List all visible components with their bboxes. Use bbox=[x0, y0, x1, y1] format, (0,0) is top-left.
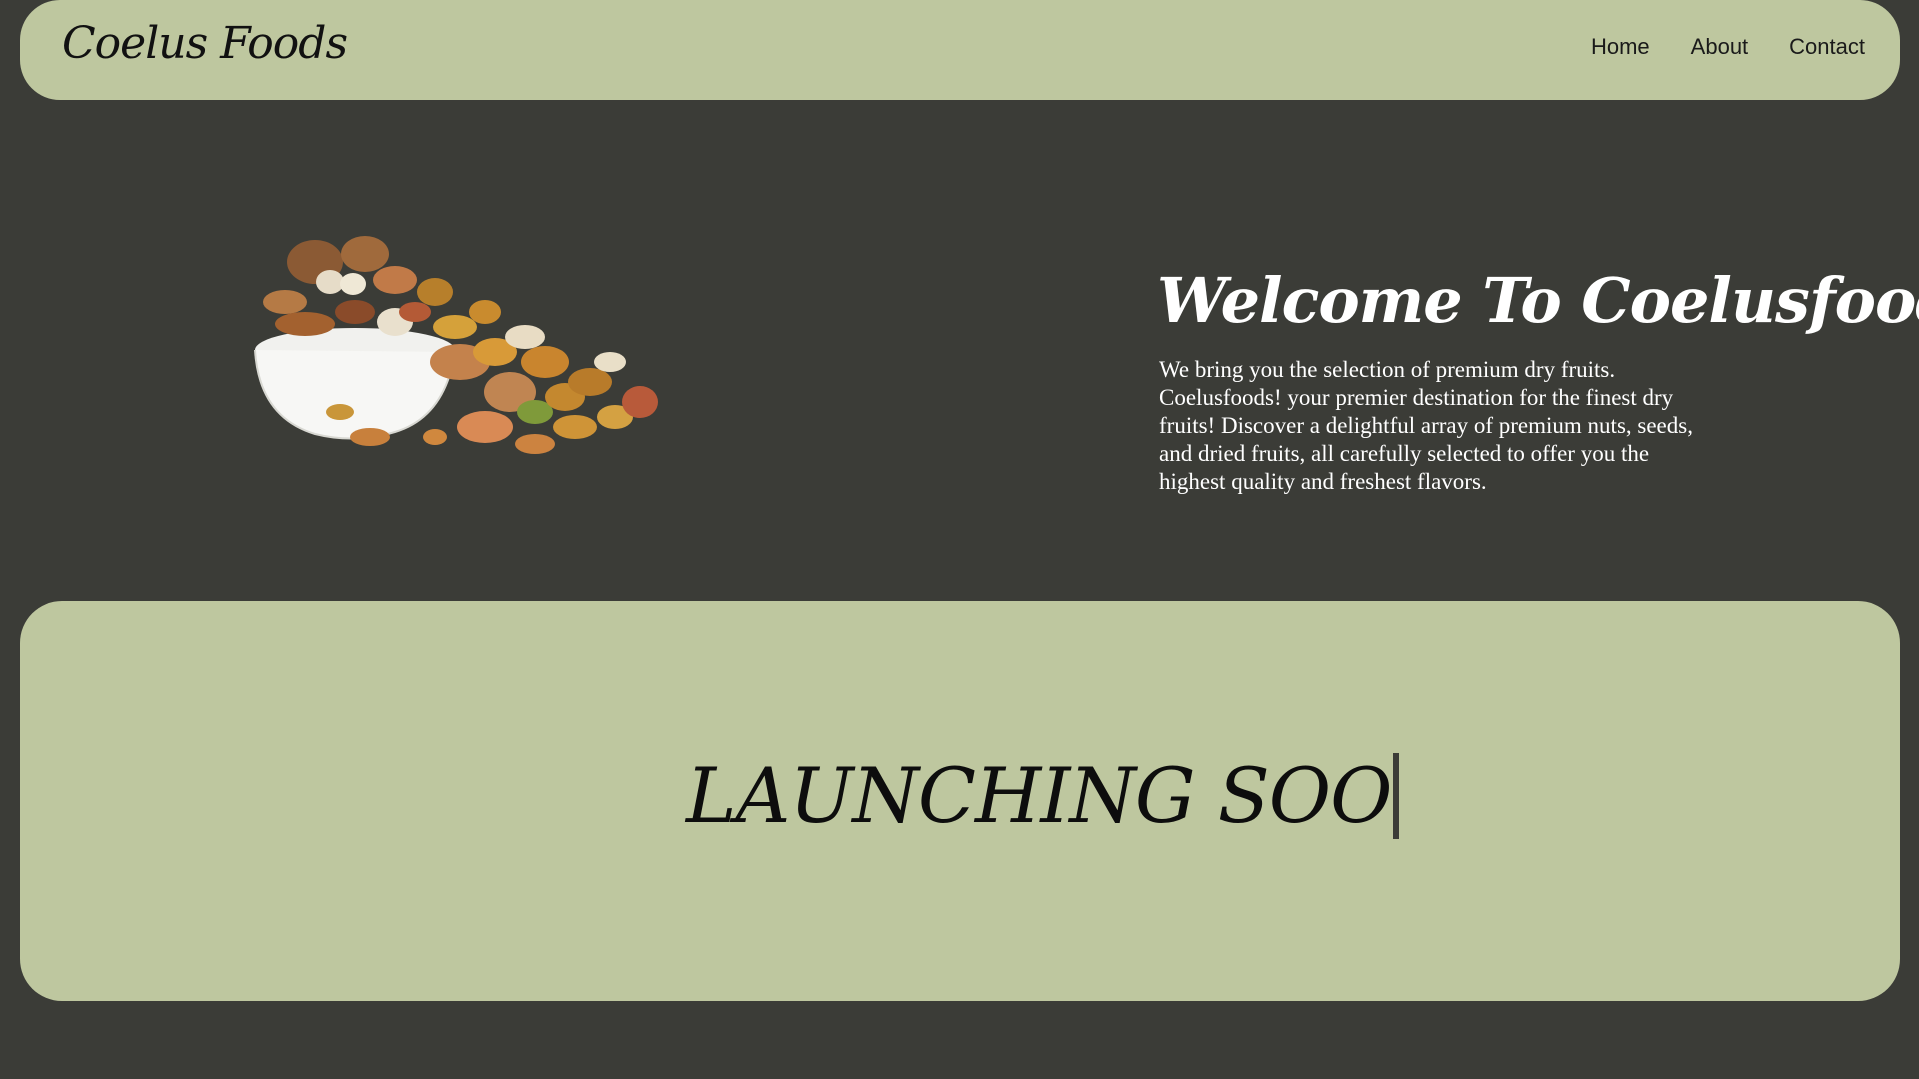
hero-description: We bring you the selection of premium dr… bbox=[1159, 357, 1693, 494]
site-logo[interactable]: Coelus Foods bbox=[62, 18, 348, 69]
launch-text: LAUNCHING SOO bbox=[686, 751, 1392, 840]
nav-about-link[interactable]: About bbox=[1691, 34, 1749, 60]
typing-cursor bbox=[1393, 753, 1400, 839]
nav-home-link[interactable]: Home bbox=[1591, 34, 1650, 60]
dry-fruits-image bbox=[254, 236, 658, 454]
nav-contact-link[interactable]: Contact bbox=[1789, 34, 1865, 60]
main-nav: Home About Contact bbox=[1591, 34, 1865, 60]
page: Coelus Foods Home About Contact Welcome … bbox=[0, 0, 1919, 1079]
site-header: Coelus Foods Home About Contact bbox=[20, 0, 1900, 100]
hero-title: Welcome To Coelusfoods bbox=[1157, 263, 1919, 337]
launch-heading: LAUNCHING SOO bbox=[686, 751, 1400, 840]
launch-panel: LAUNCHING SOO bbox=[20, 601, 1900, 1001]
